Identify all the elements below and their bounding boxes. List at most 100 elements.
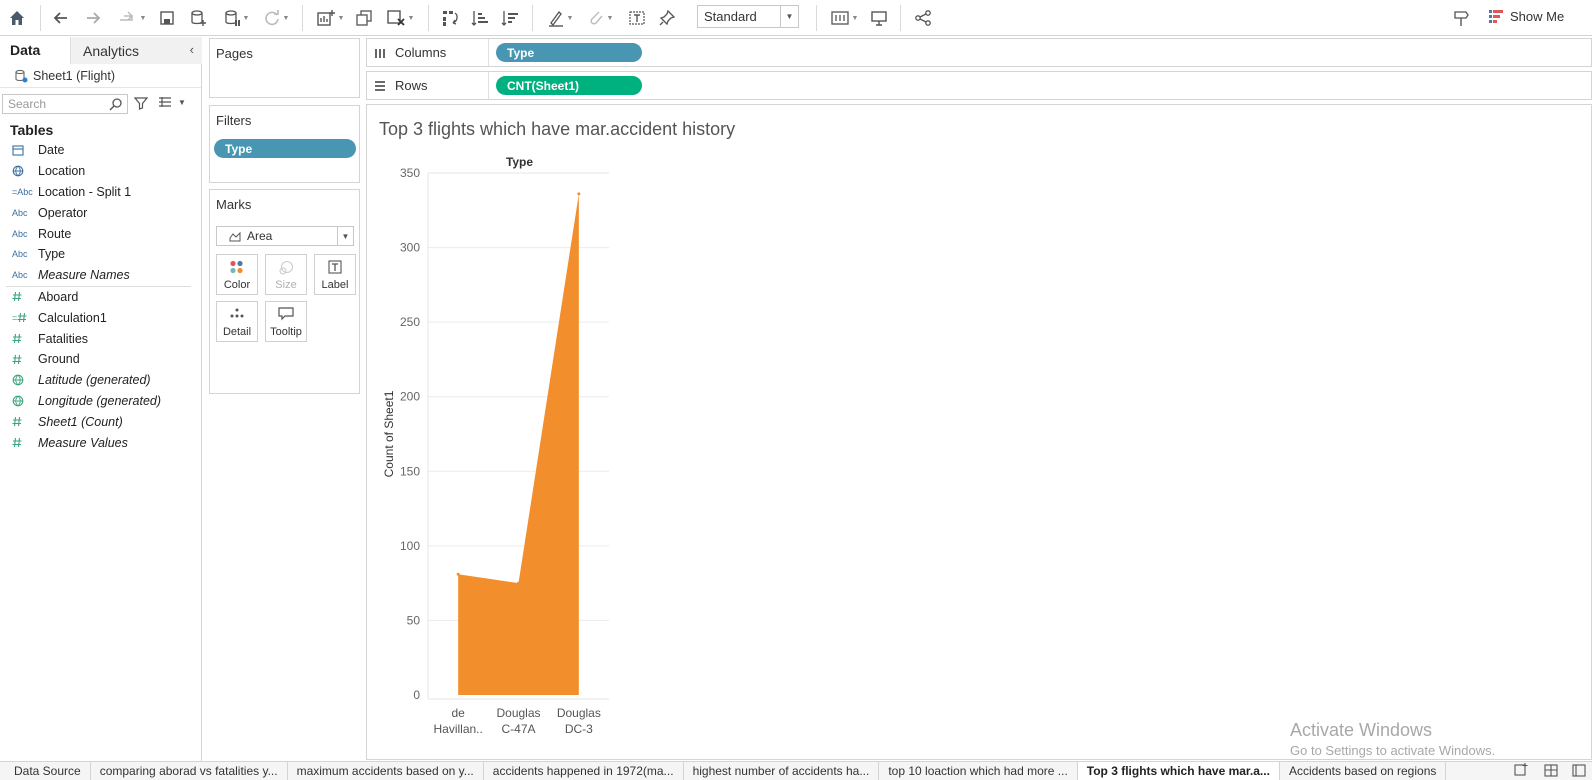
field-operator[interactable]: Abc Operator [0,202,201,223]
swap-icon[interactable] [438,6,462,30]
color-button[interactable]: Color [216,254,258,295]
column-header: Type [506,155,533,169]
sheet-tab[interactable]: Accidents based on regions [1280,762,1447,780]
field-calculation1[interactable]: = Calculation1 [0,307,201,328]
y-tick-label: 0 [413,688,420,702]
field-latitude-generated[interactable]: Latitude (generated) [0,370,201,391]
sheet-tab[interactable]: comparing aborad vs fatalities y... [91,762,288,780]
tables-header: Tables [10,122,54,138]
field-ground[interactable]: Ground [0,349,201,370]
sheet-tab[interactable]: accidents happened in 1972(ma... [484,762,684,780]
data-point [456,572,460,576]
field-longitude-generated[interactable]: Longitude (generated) [0,391,201,412]
field-location[interactable]: Location [0,161,201,182]
columns-shelf-label: Columns [367,39,489,66]
pages-card[interactable]: Pages [209,38,360,98]
x-tick-label: Douglas [557,706,601,720]
toolbar: ▼ ▼ ▼ ▼ ▼ ▼ ▼ Standard ▼ ▼ Show Me [0,0,1592,36]
group-members-icon[interactable]: ▼ [582,6,618,30]
filter-icon[interactable] [134,96,148,110]
tab-data-source[interactable]: Data Source [0,762,91,780]
sheet-tab[interactable]: top 10 loaction which had more ... [879,762,1078,780]
datasource-item[interactable]: Sheet1 (Flight) [0,64,201,88]
save-icon[interactable] [156,6,178,30]
new-datasource-icon[interactable] [187,6,209,30]
viz-canvas[interactable]: Top 3 flights which have mar.accident hi… [366,104,1592,760]
redo-icon[interactable] [82,6,104,30]
revert-icon[interactable]: ▼ [114,6,150,30]
x-tick-label: Douglas [496,706,540,720]
rows-icon [375,80,385,91]
signpost-icon[interactable] [1450,6,1472,30]
search-input[interactable]: Search [2,94,128,114]
mark-type-select[interactable]: Area ▼ [216,226,354,246]
size-button[interactable]: Size [265,254,307,295]
show-labels-icon[interactable] [626,6,648,30]
label-icon [315,260,355,274]
field-fatalities[interactable]: Fatalities [0,328,201,349]
field-sheet1-count[interactable]: Sheet1 (Count) [0,411,201,432]
field-aboard[interactable]: Aboard [0,287,201,308]
tab-data[interactable]: Data [0,37,70,64]
presentation-mode-icon[interactable] [868,6,890,30]
fit-select[interactable]: Standard ▼ [697,5,799,28]
new-story-icon[interactable] [1572,763,1586,780]
clear-sheet-icon[interactable]: ▼ [382,6,418,30]
filter-pill-type[interactable]: Type [214,139,356,158]
area-chart[interactable]: 0 50 100 150 200 250 300 350 Type Count of Sheet1… [367,105,1591,759]
search-placeholder: Search [8,97,47,111]
y-tick-label: 250 [400,315,420,329]
field-location-split-1[interactable]: =Abc Location - Split 1 [0,182,201,203]
undo-icon[interactable] [50,6,72,30]
show-cards-icon[interactable]: ▼ [826,6,862,30]
new-worksheet-icon[interactable]: ▼ [312,6,348,30]
field-date[interactable]: Date [0,140,201,161]
field-measure-values[interactable]: Measure Values [0,432,201,453]
abc-icon: Abc [12,270,28,281]
field-route[interactable]: Abc Route [0,223,201,244]
globe-icon [12,395,38,407]
highlight-icon[interactable]: ▼ [542,6,578,30]
globe-icon [12,374,38,386]
field-name: Fatalities [38,331,89,346]
measure-list: Aboard = Calculation1 Fatalities Ground Latit… [0,287,201,453]
color-label: Color [223,279,251,291]
collapse-icon[interactable]: ‹ [190,42,194,57]
view-options-icon[interactable]: ▼ [158,96,186,108]
field-measure-names[interactable]: Abc Measure Names [0,265,201,286]
pin-icon[interactable] [656,6,678,30]
rows-shelf[interactable]: Rows CNT(Sheet1) [366,71,1592,100]
new-sheet-icon[interactable] [1514,763,1528,780]
sheet-tab[interactable]: highest number of accidents ha... [684,762,880,780]
home-icon[interactable] [6,6,28,30]
columns-shelf[interactable]: Columns Type [366,38,1592,67]
refresh-icon[interactable]: ▼ [258,6,294,30]
rows-shelf-label: Rows [367,72,489,99]
duplicate-icon[interactable] [352,6,376,30]
sort-descending-icon[interactable] [498,6,522,30]
label-button[interactable]: Label [314,254,356,295]
calc-abc-icon: =Abc [12,186,33,197]
pause-updates-icon[interactable]: ▼ [218,6,254,30]
tab-analytics[interactable]: Analytics ‹ [70,37,202,64]
sheet-tab[interactable]: maximum accidents based on y... [288,762,484,780]
number-icon [12,291,38,302]
field-name: Date [38,143,65,158]
size-icon [266,260,306,276]
detail-button[interactable]: Detail [216,301,258,342]
share-icon[interactable] [912,6,934,30]
sort-ascending-icon[interactable] [468,6,492,30]
columns-pill-type[interactable]: Type [496,43,642,62]
rows-pill-count[interactable]: CNT(Sheet1) [496,76,642,95]
y-tick-label: 150 [400,464,420,478]
abc-icon: Abc [12,249,28,260]
new-dashboard-icon[interactable] [1544,763,1558,780]
x-tick-label: DC-3 [565,722,593,736]
filters-card[interactable]: Filters Type [209,105,360,183]
show-me-button[interactable]: Show Me [1488,8,1564,24]
show-me-label: Show Me [1510,8,1565,24]
field-type[interactable]: Abc Type [0,244,201,265]
tooltip-button[interactable]: Tooltip [265,301,307,342]
abc-icon: Abc [12,207,28,218]
sheet-tab[interactable]: Top 3 flights which have mar.a... [1077,762,1280,780]
